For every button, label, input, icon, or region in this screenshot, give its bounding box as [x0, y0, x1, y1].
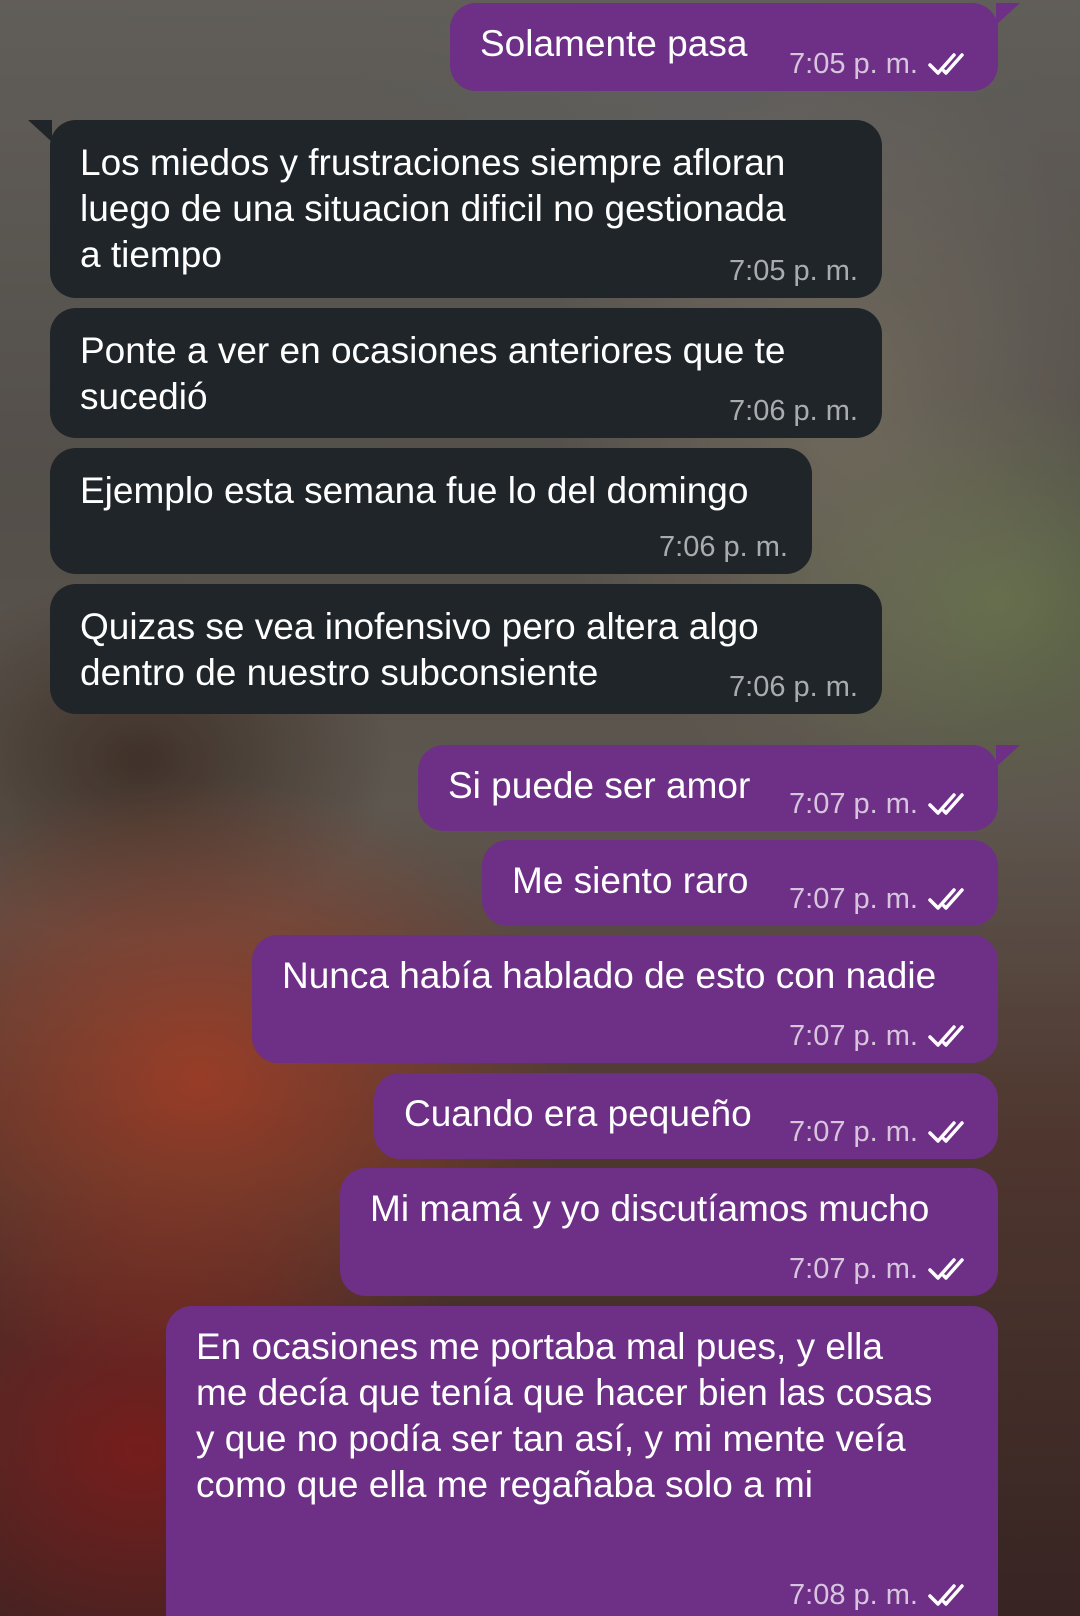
message-time: 7:07 p. m.	[789, 788, 918, 820]
message-time: 7:07 p. m.	[789, 1116, 918, 1148]
message-bubble-outgoing[interactable]: Nunca había hablado de esto con nadie 7:…	[252, 935, 998, 1063]
double-check-icon	[928, 1119, 974, 1145]
double-check-icon	[928, 886, 974, 912]
bubble-tail	[996, 3, 1020, 25]
message-text: Mi mamá y yo discutíamos mucho	[370, 1188, 930, 1229]
message-meta: 7:08 p. m.	[789, 1578, 974, 1612]
double-check-icon	[928, 1582, 974, 1608]
message-time: 7:06 p. m.	[729, 671, 858, 703]
message-meta: 7:07 p. m.	[789, 1115, 974, 1149]
message-bubble-outgoing[interactable]: Mi mamá y yo discutíamos mucho 7:07 p. m…	[340, 1168, 998, 1296]
message-meta: 7:06 p. m.	[729, 670, 858, 704]
message-text: Nunca había hablado de esto con nadie	[282, 955, 937, 996]
message-bubble-outgoing[interactable]: En ocasiones me portaba mal pues, y ella…	[166, 1306, 998, 1616]
message-text: Ejemplo esta semana fue lo del domingo	[80, 470, 749, 511]
message-time: 7:06 p. m.	[659, 531, 788, 563]
message-meta: 7:07 p. m.	[789, 1252, 974, 1286]
double-check-icon	[928, 1256, 974, 1282]
double-check-icon	[928, 51, 974, 77]
double-check-icon	[928, 1023, 974, 1049]
message-time: 7:07 p. m.	[789, 883, 918, 915]
message-bubble-outgoing[interactable]: Cuando era pequeño 7:07 p. m.	[374, 1073, 998, 1159]
message-meta: 7:06 p. m.	[729, 394, 858, 428]
message-time: 7:07 p. m.	[789, 1020, 918, 1052]
message-bubble-incoming[interactable]: Ejemplo esta semana fue lo del domingo 7…	[50, 448, 812, 574]
message-bubble-outgoing[interactable]: Si puede ser amor 7:07 p. m.	[418, 745, 1020, 831]
message-time: 7:07 p. m.	[789, 1253, 918, 1285]
message-meta: 7:07 p. m.	[789, 787, 974, 821]
message-meta: 7:07 p. m.	[789, 882, 974, 916]
bubble-tail	[996, 745, 1020, 767]
message-time: 7:08 p. m.	[789, 1579, 918, 1611]
message-bubble-incoming[interactable]: Quizas se vea inofensivo pero altera alg…	[50, 584, 882, 714]
message-meta: 7:07 p. m.	[789, 1019, 974, 1053]
message-meta: 7:06 p. m.	[659, 530, 788, 564]
message-bubble-incoming[interactable]: Ponte a ver en ocasiones anteriores que …	[50, 308, 882, 438]
message-bubble-outgoing[interactable]: Solamente pasa 7:05 p. m.	[450, 3, 1020, 91]
message-bubble-incoming[interactable]: Los miedos y frustraciones siempre aflor…	[28, 120, 882, 298]
double-check-icon	[928, 791, 974, 817]
bubble-tail	[28, 120, 52, 142]
message-text: En ocasiones me portaba mal pues, y ella…	[196, 1326, 933, 1505]
message-time: 7:05 p. m.	[789, 48, 918, 80]
message-time: 7:05 p. m.	[729, 255, 858, 287]
message-meta: 7:05 p. m.	[789, 47, 974, 81]
message-meta: 7:05 p. m.	[729, 254, 858, 288]
message-bubble-outgoing[interactable]: Me siento raro 7:07 p. m.	[482, 840, 998, 926]
message-time: 7:06 p. m.	[729, 395, 858, 427]
